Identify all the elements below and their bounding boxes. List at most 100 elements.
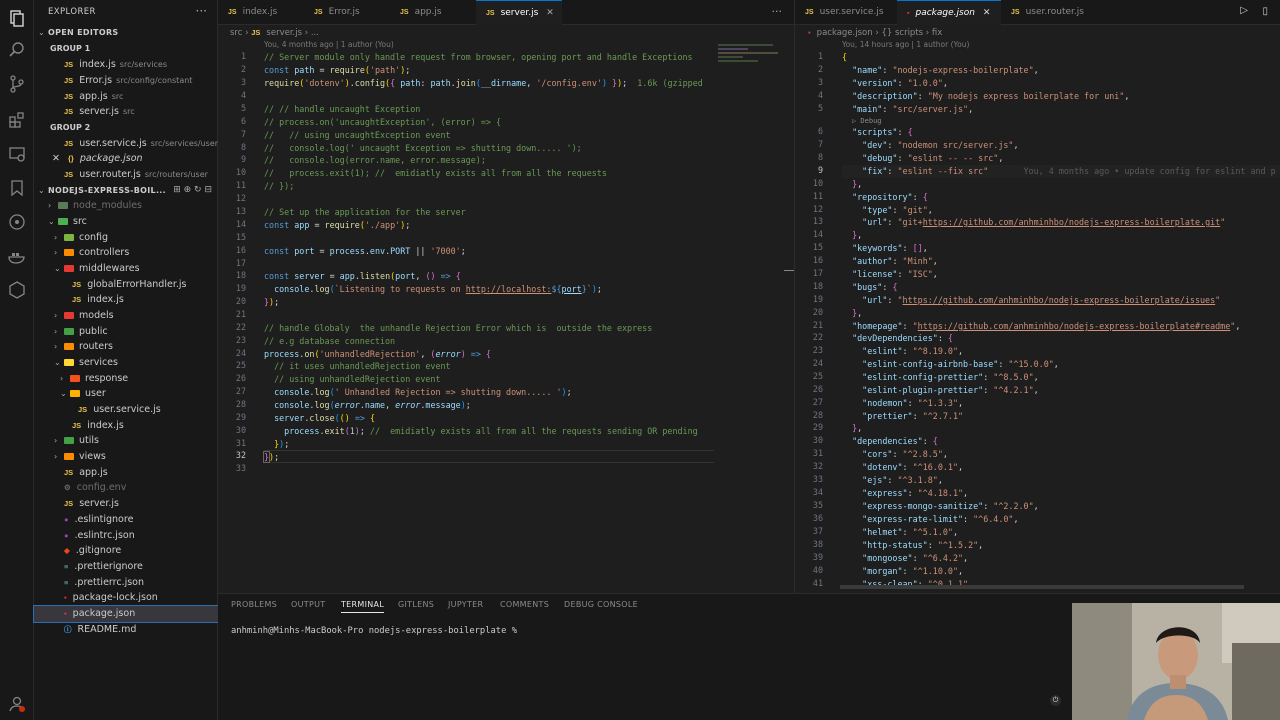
js-file-icon: JS bbox=[64, 60, 74, 69]
js-file-icon: JS bbox=[72, 295, 82, 304]
tree-folder[interactable]: › utils bbox=[34, 433, 218, 449]
open-editor-item[interactable]: JS Error.js src/config/constant bbox=[34, 73, 218, 89]
tree-file[interactable]: ⚙ config.env bbox=[34, 480, 218, 496]
terminal-prompt[interactable]: anhminh@Minhs-MacBook-Pro nodejs-express… bbox=[231, 626, 517, 636]
testing-icon[interactable] bbox=[7, 280, 27, 300]
group-2-header[interactable]: GROUP 2 bbox=[34, 120, 218, 136]
tree-folder[interactable]: ⌄ src bbox=[34, 214, 218, 230]
tree-file-selected[interactable]: ▪ package.json bbox=[33, 605, 219, 623]
js-file-icon: JS bbox=[72, 280, 82, 289]
tree-folder[interactable]: › public bbox=[34, 324, 218, 340]
more-actions-icon[interactable]: ··· bbox=[196, 4, 207, 18]
tab-package-json[interactable]: ▪ package.json ✕ bbox=[897, 0, 1001, 25]
tree-file[interactable]: ⓘ README.md bbox=[34, 622, 218, 638]
tree-file[interactable]: JS index.js bbox=[34, 292, 218, 308]
editor-split-divider[interactable] bbox=[794, 0, 795, 593]
tab-jupyter[interactable]: JUPYTER bbox=[448, 600, 483, 609]
open-editor-item[interactable]: JS user.router.js src/routers/user bbox=[34, 167, 218, 183]
open-editor-item[interactable]: JS server.js src bbox=[34, 104, 218, 120]
open-editor-item[interactable]: JS app.js src bbox=[34, 89, 218, 105]
tree-file[interactable]: JS globalErrorHandler.js bbox=[34, 277, 218, 293]
npm-icon: ▪ bbox=[64, 593, 67, 602]
blame-annotation: You, 14 hours ago | 1 author (You) bbox=[842, 40, 970, 49]
js-file-icon: JS bbox=[64, 107, 74, 116]
json-file-icon: {} bbox=[67, 154, 74, 163]
tree-folder[interactable]: › models bbox=[34, 308, 218, 324]
tree-folder[interactable]: ⌄ middlewares bbox=[34, 261, 218, 277]
horizontal-scrollbar[interactable] bbox=[840, 585, 1244, 589]
tab-gitlens[interactable]: GITLENS bbox=[398, 600, 434, 609]
js-file-icon: JS bbox=[72, 421, 82, 430]
right-editor-tabs: JS user.service.js ▪ package.json ✕ JS user.… bbox=[795, 0, 1280, 25]
split-editor-icon[interactable]: ▯ bbox=[1262, 6, 1268, 17]
js-file-icon: JS bbox=[64, 92, 74, 101]
source-control-icon[interactable] bbox=[7, 74, 27, 94]
docker-icon[interactable] bbox=[7, 246, 27, 266]
close-icon: ✕ bbox=[52, 153, 60, 164]
extensions-icon[interactable] bbox=[7, 110, 27, 130]
tree-file[interactable]: JS app.js bbox=[34, 465, 218, 481]
breadcrumb[interactable]: src › JS server.js › ... bbox=[230, 26, 319, 40]
tab-terminal[interactable]: TERMINAL bbox=[341, 600, 385, 613]
tab-debug-console[interactable]: DEBUG CONSOLE bbox=[564, 600, 638, 609]
git-icon: ◆ bbox=[64, 546, 70, 555]
tree-file[interactable]: ▪ package-lock.json bbox=[34, 590, 218, 606]
more-actions-icon[interactable]: ··· bbox=[772, 5, 783, 18]
tree-file[interactable]: JS user.service.js bbox=[34, 402, 218, 418]
remote-explorer-icon[interactable] bbox=[7, 144, 27, 164]
tree-file[interactable]: ● .eslintignore bbox=[34, 512, 218, 528]
settings-file-icon: ⚙ bbox=[64, 483, 71, 492]
tree-file[interactable]: JS index.js bbox=[34, 418, 218, 434]
open-editors-header[interactable]: ⌄ OPEN EDITORS bbox=[34, 25, 218, 41]
blame-annotation: You, 4 months ago | 1 author (You) bbox=[264, 40, 394, 49]
js-file-icon: JS bbox=[64, 76, 74, 85]
tree-folder[interactable]: › response bbox=[34, 371, 218, 387]
tree-folder[interactable]: ⌄ services bbox=[34, 355, 218, 371]
new-file-icon: ⊞ ⊕ ↻ ⊟ bbox=[173, 185, 212, 195]
open-editor-item[interactable]: JS user.service.js src/services/user bbox=[34, 136, 218, 152]
tree-folder[interactable]: ⌄ user bbox=[34, 386, 218, 402]
tab-app-js[interactable]: JS app.js bbox=[390, 0, 476, 25]
tree-folder[interactable]: › controllers bbox=[34, 245, 218, 261]
tab-index-js[interactable]: JS index.js bbox=[218, 0, 304, 25]
js-file-icon: JS bbox=[78, 405, 88, 414]
tab-user-router-js[interactable]: JS user.router.js bbox=[1001, 0, 1101, 25]
breadcrumb[interactable]: ▪ package.json › {} scripts › fix bbox=[808, 26, 942, 40]
tree-folder[interactable]: › node_modules bbox=[34, 198, 218, 214]
tree-file[interactable]: JS server.js bbox=[34, 496, 218, 512]
tree-file[interactable]: ● .eslintrc.json bbox=[34, 528, 218, 544]
readme-icon: ⓘ bbox=[64, 625, 72, 634]
group-1-header[interactable]: GROUP 1 bbox=[34, 41, 218, 57]
bookmark-icon[interactable] bbox=[7, 178, 27, 198]
scroll-indicator bbox=[784, 270, 794, 271]
minimap[interactable] bbox=[718, 42, 782, 82]
prettier-icon: ≡ bbox=[64, 578, 69, 587]
tree-folder[interactable]: › views bbox=[34, 449, 218, 465]
tree-file[interactable]: ≡ .prettierrc.json bbox=[34, 575, 218, 591]
activity-bar bbox=[0, 0, 34, 720]
open-editor-item[interactable]: JS index.js src/services bbox=[34, 57, 218, 73]
tab-output[interactable]: OUTPUT bbox=[291, 600, 325, 609]
tab-error-js[interactable]: JS Error.js bbox=[304, 0, 390, 25]
close-icon: ✕ bbox=[546, 8, 554, 18]
close-icon: ✕ bbox=[982, 8, 991, 18]
tab-comments[interactable]: COMMENTS bbox=[500, 600, 549, 609]
js-file-icon: JS bbox=[64, 170, 74, 179]
tree-file[interactable]: ◆ .gitignore bbox=[34, 543, 218, 559]
tree-folder[interactable]: › config bbox=[34, 230, 218, 246]
gitlens-icon[interactable] bbox=[7, 212, 27, 232]
notification-icon[interactable]: ⏻ bbox=[1050, 695, 1061, 706]
account-icon[interactable] bbox=[7, 694, 27, 714]
search-icon[interactable] bbox=[7, 40, 27, 60]
tab-server-js[interactable]: JS server.js ✕ bbox=[476, 0, 562, 25]
explorer-icon[interactable] bbox=[7, 8, 27, 28]
tree-folder[interactable]: › routers bbox=[34, 339, 218, 355]
tab-user-service-js[interactable]: JS user.service.js bbox=[795, 0, 897, 25]
explorer-title: EXPLORER bbox=[48, 7, 96, 17]
explorer-sidebar: EXPLORER ··· ⌄ OPEN EDITORS GROUP 1 JS ind… bbox=[33, 0, 219, 720]
run-icon[interactable]: ▷ bbox=[1240, 5, 1248, 16]
tree-file[interactable]: ≡ .prettierignore bbox=[34, 559, 218, 575]
project-header[interactable]: ⌄ NODEJS-EXPRESS-BOIL... ⊞ ⊕ ↻ ⊟ bbox=[34, 183, 218, 199]
open-editor-item-active[interactable]: ✕{} package.json bbox=[34, 151, 218, 167]
tab-problems[interactable]: PROBLEMS bbox=[231, 600, 277, 609]
